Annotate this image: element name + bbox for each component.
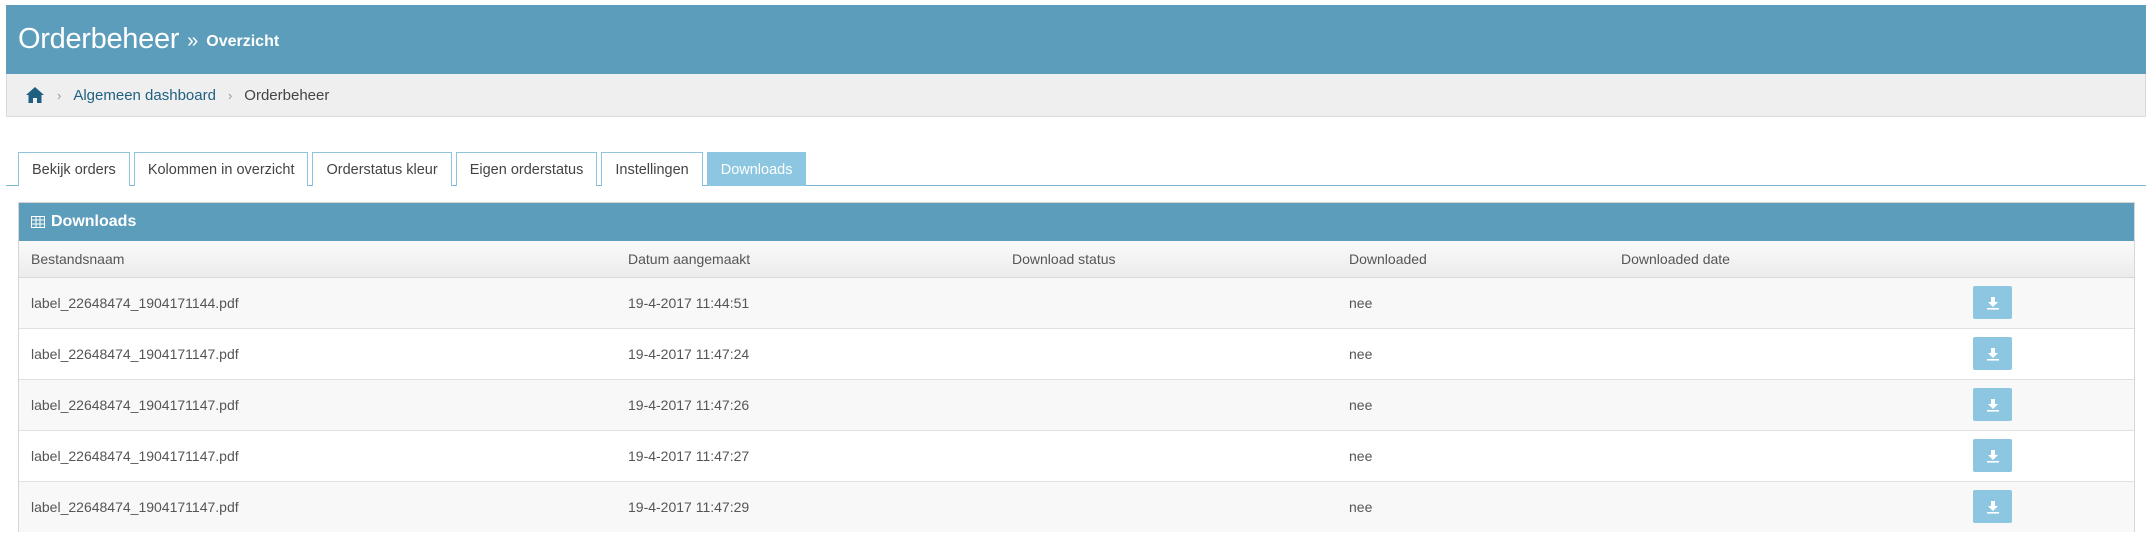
cell-created: 19-4-2017 11:47:26 bbox=[616, 379, 1000, 431]
table-row: label_22648474_1904171147.pdf 19-4-2017 … bbox=[19, 328, 2134, 380]
breadcrumb: › Algemeen dashboard › Orderbeheer bbox=[6, 74, 2146, 117]
column-header-actions bbox=[1961, 241, 2134, 278]
tab-kolommen-in-overzicht[interactable]: Kolommen in overzicht bbox=[133, 152, 309, 186]
column-header-downloaded-date[interactable]: Downloaded date bbox=[1609, 241, 1961, 278]
title-separator: » bbox=[187, 30, 199, 52]
cell-status bbox=[1000, 430, 1337, 482]
cell-status bbox=[1000, 481, 1337, 532]
cell-filename: label_22648474_1904171147.pdf bbox=[19, 328, 616, 380]
download-icon bbox=[1986, 398, 1999, 412]
cell-downloaded-date bbox=[1609, 481, 1961, 532]
cell-actions bbox=[1961, 430, 2134, 482]
page-header: Orderbeheer » Overzicht bbox=[6, 5, 2146, 74]
breadcrumb-current: Orderbeheer bbox=[244, 86, 330, 104]
page-subtitle: Overzicht bbox=[206, 32, 280, 50]
cell-actions bbox=[1961, 277, 2134, 329]
cell-actions bbox=[1961, 328, 2134, 380]
cell-filename: label_22648474_1904171147.pdf bbox=[19, 379, 616, 431]
column-header-download-status[interactable]: Download status bbox=[1000, 241, 1337, 278]
download-icon bbox=[1986, 296, 1999, 310]
cell-downloaded: nee bbox=[1337, 277, 1609, 329]
tab-orderstatus-kleur[interactable]: Orderstatus kleur bbox=[312, 152, 452, 186]
downloads-panel: Downloads Bestandsnaam Datum aangemaakt … bbox=[18, 202, 2135, 532]
column-header-downloaded[interactable]: Downloaded bbox=[1337, 241, 1609, 278]
cell-downloaded: nee bbox=[1337, 379, 1609, 431]
table-row: label_22648474_1904171147.pdf 19-4-2017 … bbox=[19, 481, 2134, 532]
cell-downloaded-date bbox=[1609, 430, 1961, 482]
cell-downloaded: nee bbox=[1337, 328, 1609, 380]
table-row: label_22648474_1904171144.pdf 19-4-2017 … bbox=[19, 277, 2134, 329]
home-icon[interactable] bbox=[25, 86, 45, 104]
table-header-row: Bestandsnaam Datum aangemaakt Download s… bbox=[19, 241, 2134, 278]
chevron-right-icon: › bbox=[57, 87, 62, 103]
cell-downloaded: nee bbox=[1337, 481, 1609, 532]
download-icon bbox=[1986, 449, 1999, 463]
download-icon bbox=[1986, 500, 1999, 514]
chevron-right-icon: › bbox=[227, 87, 233, 103]
panel-header: Downloads bbox=[19, 203, 2134, 241]
cell-created: 19-4-2017 11:47:24 bbox=[616, 328, 1000, 380]
cell-status bbox=[1000, 328, 1337, 380]
table-row: label_22648474_1904171147.pdf 19-4-2017 … bbox=[19, 430, 2134, 482]
download-button[interactable] bbox=[1973, 388, 2012, 421]
cell-status bbox=[1000, 277, 1337, 329]
tab-bekijk-orders[interactable]: Bekijk orders bbox=[18, 152, 130, 186]
download-button[interactable] bbox=[1973, 490, 2012, 524]
cell-downloaded-date bbox=[1609, 277, 1961, 329]
tab-eigen-orderstatus[interactable]: Eigen orderstatus bbox=[455, 152, 598, 186]
cell-filename: label_22648474_1904171147.pdf bbox=[19, 430, 616, 482]
cell-created: 19-4-2017 11:44:51 bbox=[616, 277, 1000, 329]
cell-downloaded-date bbox=[1609, 328, 1961, 380]
cell-actions bbox=[1961, 379, 2134, 431]
column-header-bestandsnaam[interactable]: Bestandsnaam bbox=[19, 241, 616, 278]
breadcrumb-dashboard-link[interactable]: Algemeen dashboard bbox=[73, 87, 216, 104]
cell-downloaded-date bbox=[1609, 379, 1961, 431]
download-button[interactable] bbox=[1973, 439, 2012, 472]
cell-created: 19-4-2017 11:47:29 bbox=[616, 481, 1000, 532]
tab-downloads[interactable]: Downloads bbox=[706, 152, 807, 186]
download-icon bbox=[1986, 347, 1999, 361]
page-title: Orderbeheer bbox=[18, 23, 180, 55]
cell-status bbox=[1000, 379, 1337, 431]
cell-filename: label_22648474_1904171144.pdf bbox=[19, 277, 616, 329]
panel-title: Downloads bbox=[51, 213, 137, 230]
tab-bar: Bekijk orders Kolommen in overzicht Orde… bbox=[18, 152, 810, 186]
table-row: label_22648474_1904171147.pdf 19-4-2017 … bbox=[19, 379, 2134, 431]
column-header-datum-aangemaakt[interactable]: Datum aangemaakt bbox=[616, 241, 1000, 278]
cell-actions bbox=[1961, 481, 2134, 532]
download-button[interactable] bbox=[1973, 286, 2012, 319]
downloads-table: Bestandsnaam Datum aangemaakt Download s… bbox=[19, 241, 2134, 532]
cell-downloaded: nee bbox=[1337, 430, 1609, 482]
download-button[interactable] bbox=[1973, 337, 2012, 370]
cell-filename: label_22648474_1904171147.pdf bbox=[19, 481, 616, 532]
tab-instellingen[interactable]: Instellingen bbox=[601, 152, 703, 186]
cell-created: 19-4-2017 11:47:27 bbox=[616, 430, 1000, 482]
table-icon bbox=[31, 216, 45, 228]
